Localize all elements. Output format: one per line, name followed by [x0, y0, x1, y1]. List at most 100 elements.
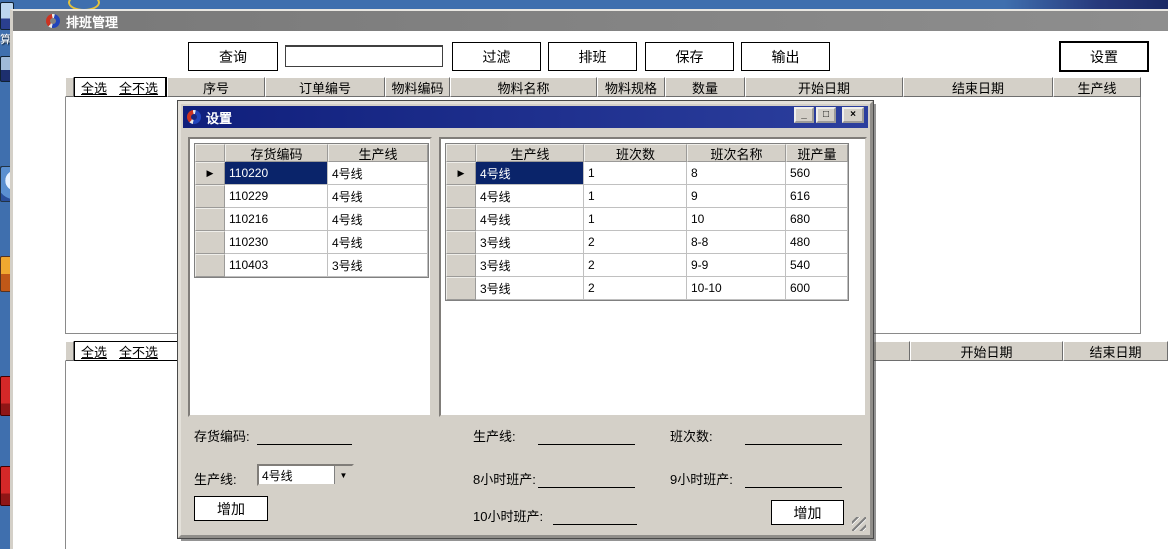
row-selector[interactable] [195, 231, 225, 254]
main-window-title: 排班管理 [66, 12, 118, 31]
table-row[interactable]: ▶ 110220 4号线 [195, 162, 428, 185]
chevron-down-icon[interactable]: ▼ [334, 466, 352, 484]
row-selector[interactable] [446, 254, 476, 277]
cell-shift-count[interactable]: 1 [584, 185, 687, 208]
cell-line[interactable]: 4号线 [476, 162, 584, 185]
production-line-field[interactable] [538, 430, 635, 445]
col-shift-name: 班次名称 [687, 144, 786, 162]
cell-line[interactable]: 3号线 [328, 254, 428, 277]
filter-button[interactable]: 过滤 [452, 42, 541, 71]
h10-output-field[interactable] [553, 510, 637, 525]
cell-line[interactable]: 3号线 [476, 254, 584, 277]
select-none-link[interactable]: 全不选 [119, 78, 158, 97]
minimize-button[interactable]: _ [794, 107, 814, 123]
row-selector[interactable] [446, 277, 476, 300]
inventory-code-field[interactable] [257, 430, 352, 445]
inventory-code-label: 存货编码: [194, 426, 250, 445]
cell-shift-name[interactable]: 9 [687, 185, 786, 208]
cell-line[interactable]: 4号线 [476, 185, 584, 208]
current-row-arrow-icon: ▶ [458, 168, 465, 179]
shift-count-field[interactable] [745, 430, 842, 445]
column-header-start-date: 开始日期 [910, 341, 1063, 361]
cell-shift-name[interactable]: 8 [687, 162, 786, 185]
cell-line[interactable]: 3号线 [476, 277, 584, 300]
schedule-button[interactable]: 排班 [548, 42, 637, 71]
cell-shift-count[interactable]: 2 [584, 231, 687, 254]
table-row[interactable]: ▶ 4号线 1 8 560 [446, 162, 848, 185]
cell-shift-count[interactable]: 2 [584, 277, 687, 300]
table-row[interactable]: 4号线 1 9 616 [446, 185, 848, 208]
cell-shift-name[interactable]: 8-8 [687, 231, 786, 254]
select-all-link[interactable]: 全选 [81, 78, 107, 97]
settings-button[interactable]: 设置 [1059, 41, 1149, 72]
table-row[interactable]: 4号线 1 10 680 [446, 208, 848, 231]
table-row[interactable]: 3号线 2 10-10 600 [446, 277, 848, 300]
main-window-titlebar[interactable]: 排班管理 [13, 11, 1168, 31]
cell-inventory-code[interactable]: 110230 [225, 231, 328, 254]
cell-line[interactable]: 4号线 [328, 208, 428, 231]
cell-shift-name[interactable]: 10-10 [687, 277, 786, 300]
dialog-title: 设置 [206, 108, 232, 127]
schedule-table-select-cell: 全选 全不选 [74, 341, 180, 361]
row-selector[interactable] [195, 208, 225, 231]
close-icon: × [850, 110, 856, 120]
cell-line[interactable]: 4号线 [328, 162, 428, 185]
cell-shift-output[interactable]: 560 [786, 162, 848, 185]
row-selector[interactable] [195, 185, 225, 208]
inventory-grid-header: 存货编码 生产线 [195, 144, 428, 162]
row-selector[interactable]: ▶ [446, 162, 476, 185]
app-logo-icon [46, 14, 60, 28]
h9-output-field[interactable] [745, 473, 842, 488]
close-button[interactable]: × [842, 107, 864, 123]
cell-shift-count[interactable]: 2 [584, 254, 687, 277]
cell-inventory-code[interactable]: 110229 [225, 185, 328, 208]
minimize-icon: _ [801, 110, 807, 120]
maximize-button[interactable]: □ [816, 107, 836, 123]
column-header-order-no: 订单编号 [265, 77, 385, 97]
cell-line[interactable]: 4号线 [476, 208, 584, 231]
add-inventory-button[interactable]: 增加 [194, 496, 268, 521]
h8-output-field[interactable] [538, 473, 635, 488]
production-line-select-label: 生产线: [194, 469, 237, 488]
cell-shift-name[interactable]: 9-9 [687, 254, 786, 277]
cell-line[interactable]: 4号线 [328, 231, 428, 254]
table-row[interactable]: 110216 4号线 [195, 208, 428, 231]
column-header-seq: 序号 [167, 77, 265, 97]
cell-shift-output[interactable]: 540 [786, 254, 848, 277]
row-selector[interactable] [195, 254, 225, 277]
cell-shift-output[interactable]: 480 [786, 231, 848, 254]
maximize-icon: □ [823, 110, 829, 120]
table-row[interactable]: 110403 3号线 [195, 254, 428, 277]
cell-shift-name[interactable]: 10 [687, 208, 786, 231]
search-input[interactable] [285, 45, 443, 67]
cell-shift-output[interactable]: 616 [786, 185, 848, 208]
production-line-dropdown[interactable]: 4号线 ▼ [257, 464, 354, 486]
cell-inventory-code[interactable]: 110216 [225, 208, 328, 231]
row-selector[interactable] [446, 231, 476, 254]
select-none-link[interactable]: 全不选 [119, 342, 158, 361]
table-row[interactable]: 110230 4号线 [195, 231, 428, 254]
production-line-label: 生产线: [473, 426, 516, 445]
cell-line[interactable]: 3号线 [476, 231, 584, 254]
shift-grid-panel: 生产线 班次数 班次名称 班产量 ▶ 4号线 1 8 560 4号线 1 9 [439, 137, 867, 417]
table-row[interactable]: 3号线 2 8-8 480 [446, 231, 848, 254]
table-row[interactable]: 3号线 2 9-9 540 [446, 254, 848, 277]
cell-shift-output[interactable]: 600 [786, 277, 848, 300]
dialog-titlebar[interactable]: 设置 [183, 106, 868, 128]
table-row[interactable]: 110229 4号线 [195, 185, 428, 208]
cell-line[interactable]: 4号线 [328, 185, 428, 208]
cell-inventory-code[interactable]: 110220 [225, 162, 328, 185]
cell-inventory-code[interactable]: 110403 [225, 254, 328, 277]
row-selector[interactable]: ▶ [195, 162, 225, 185]
resize-grip[interactable] [852, 517, 866, 531]
row-selector[interactable] [446, 208, 476, 231]
cell-shift-output[interactable]: 680 [786, 208, 848, 231]
select-all-link[interactable]: 全选 [81, 342, 107, 361]
query-button[interactable]: 查询 [188, 42, 278, 71]
row-selector[interactable] [446, 185, 476, 208]
export-button[interactable]: 输出 [741, 42, 830, 71]
save-button[interactable]: 保存 [645, 42, 734, 71]
cell-shift-count[interactable]: 1 [584, 162, 687, 185]
cell-shift-count[interactable]: 1 [584, 208, 687, 231]
add-shift-button[interactable]: 增加 [771, 500, 844, 525]
